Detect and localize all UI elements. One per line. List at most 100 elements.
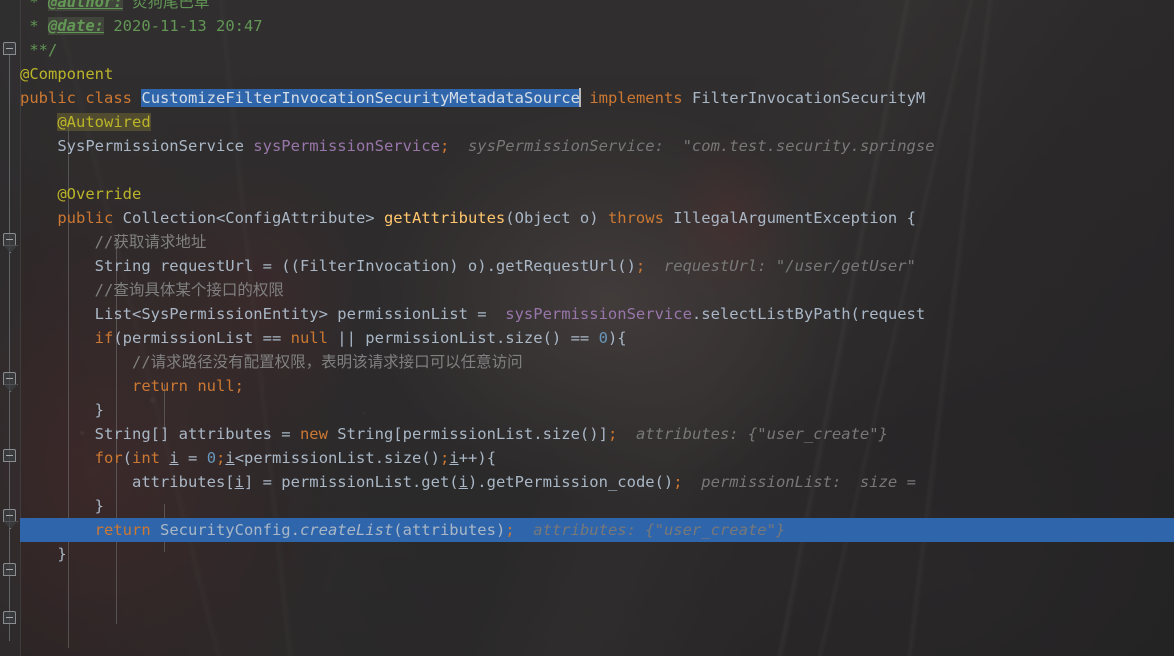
line-comment-get-url[interactable]: //获取请求地址 — [20, 230, 1174, 254]
line-class-declaration[interactable]: public class CustomizeFilterInvocationSe… — [20, 86, 1174, 110]
code-token: @Override — [57, 185, 142, 203]
fold-region-line — [9, 55, 10, 641]
code-token: //获取请求地址 — [20, 233, 207, 251]
line-attributes-assign[interactable]: attributes[i] = permissionList.get(i).ge… — [20, 470, 1174, 494]
code-token: ] = permissionList.get( — [243, 473, 459, 491]
code-token: permissionList: size = — [701, 473, 926, 491]
code-token: i — [458, 473, 468, 491]
code-token: return — [131, 377, 188, 395]
line-permission-list[interactable]: List<SysPermissionEntity> permissionList… — [20, 302, 1174, 326]
code-token: int — [132, 449, 160, 467]
code-token: || permissionList.size() == — [327, 329, 599, 347]
code-token: ; — [216, 449, 226, 467]
line-return-null[interactable]: return null; — [20, 374, 1174, 398]
code-token: attributes[ — [20, 473, 235, 491]
code-token: throws — [607, 209, 664, 227]
code-token: return — [94, 521, 151, 539]
fold-marker-method[interactable] — [3, 233, 16, 246]
code-editor[interactable]: * @author: 炎狗尾巴草 * @date: 2020-11-13 20:… — [0, 0, 1174, 656]
code-token: = — [178, 449, 207, 467]
fold-marker-if[interactable] — [3, 372, 16, 385]
code-token: sysPermissionService — [505, 305, 692, 323]
code-token: class — [85, 89, 133, 107]
code-token: String[] attributes = — [20, 425, 300, 443]
code-token: SysPermissionService — [20, 137, 254, 155]
fold-marker-class-end[interactable] — [3, 611, 16, 624]
line-getattributes-signature[interactable]: public Collection<ConfigAttribute> getAt… — [20, 206, 1174, 230]
code-token: ; — [234, 377, 244, 395]
code-token: implements — [589, 89, 683, 107]
line-override-annotation[interactable]: @Override — [20, 182, 1174, 206]
code-token: String requestUrl = ((FilterInvocation) … — [20, 257, 636, 275]
collapse-minus-icon — [6, 48, 13, 49]
code-content[interactable]: * @author: 炎狗尾巴草 * @date: 2020-11-13 20:… — [20, 0, 1174, 656]
line-close-for[interactable]: } — [20, 494, 1174, 518]
fold-marker-for-end[interactable] — [3, 563, 16, 576]
code-token: String[permissionList.size()] — [327, 425, 608, 443]
line-service-field[interactable]: SysPermissionService sysPermissionServic… — [20, 134, 1174, 158]
code-token: ; — [635, 257, 646, 275]
line-blank-1[interactable] — [20, 158, 1174, 182]
fold-marker-javadoc[interactable] — [3, 42, 16, 55]
editor-gutter[interactable] — [0, 0, 21, 656]
line-for-loop[interactable]: for(int i = 0;i<permissionList.size();i+… — [20, 446, 1174, 470]
code-token: createList — [299, 521, 394, 539]
line-attributes-array[interactable]: String[] attributes = new String[permiss… — [20, 422, 1174, 446]
line-request-url[interactable]: String requestUrl = ((FilterInvocation) … — [20, 254, 1174, 278]
code-token: 2020-11-13 20:47 — [104, 17, 263, 35]
code-token: IllegalArgumentException { — [663, 209, 916, 227]
code-token: attributes: {"user_create"} — [533, 521, 786, 539]
line-component-annotation[interactable]: @Component — [20, 62, 1174, 86]
collapse-minus-icon — [6, 515, 13, 516]
code-token: ; — [439, 137, 450, 155]
line-close-method[interactable]: } — [20, 542, 1174, 566]
line-javadoc-date[interactable]: * @date: 2020-11-13 20:47 — [20, 14, 1174, 38]
code-token: (attributes) — [393, 521, 506, 539]
code-token: public — [57, 209, 114, 227]
line-comment-no-permission[interactable]: //请求路径没有配置权限，表明该请求接口可以任意访问 — [20, 350, 1174, 374]
code-token: for — [94, 449, 123, 467]
code-token: ; — [673, 473, 683, 491]
line-if-null-check[interactable]: if(permissionList == null || permissionL… — [20, 326, 1174, 350]
code-token: **/ — [20, 41, 58, 59]
line-javadoc-author[interactable]: * @author: 炎狗尾巴草 — [20, 0, 1174, 14]
code-token: getAttributes — [383, 209, 506, 227]
line-close-if[interactable]: } — [20, 398, 1174, 422]
code-token: ){ — [607, 329, 627, 347]
code-token: 炎狗尾巴草 — [122, 0, 210, 11]
code-token: public — [20, 89, 76, 107]
code-token: null — [197, 377, 235, 395]
line-comment-query-permission[interactable]: //查询具体某个接口的权限 — [20, 278, 1174, 302]
line-return-securityconfig[interactable]: return SecurityConfig.createList(attribu… — [20, 518, 1174, 542]
code-token: } — [20, 497, 104, 515]
fold-marker-for[interactable] — [3, 509, 16, 522]
line-javadoc-end[interactable]: **/ — [20, 38, 1174, 62]
code-token: List<SysPermissionEntity> permissionList… — [20, 305, 506, 323]
code-token: Collection<ConfigAttribute> — [113, 209, 384, 227]
code-token: //请求路径没有配置权限，表明该请求接口可以任意访问 — [20, 353, 523, 371]
collapse-minus-icon — [6, 455, 13, 456]
code-token: @author: — [48, 0, 123, 11]
line-autowired-annotation[interactable]: @Autowired — [20, 110, 1174, 134]
fold-marker-if-end[interactable] — [3, 449, 16, 462]
code-token: } — [20, 545, 67, 563]
code-token: ; — [505, 521, 515, 539]
code-token: <permissionList.size() — [234, 449, 441, 467]
code-token: @Component — [20, 65, 114, 83]
collapse-minus-icon — [6, 617, 13, 618]
